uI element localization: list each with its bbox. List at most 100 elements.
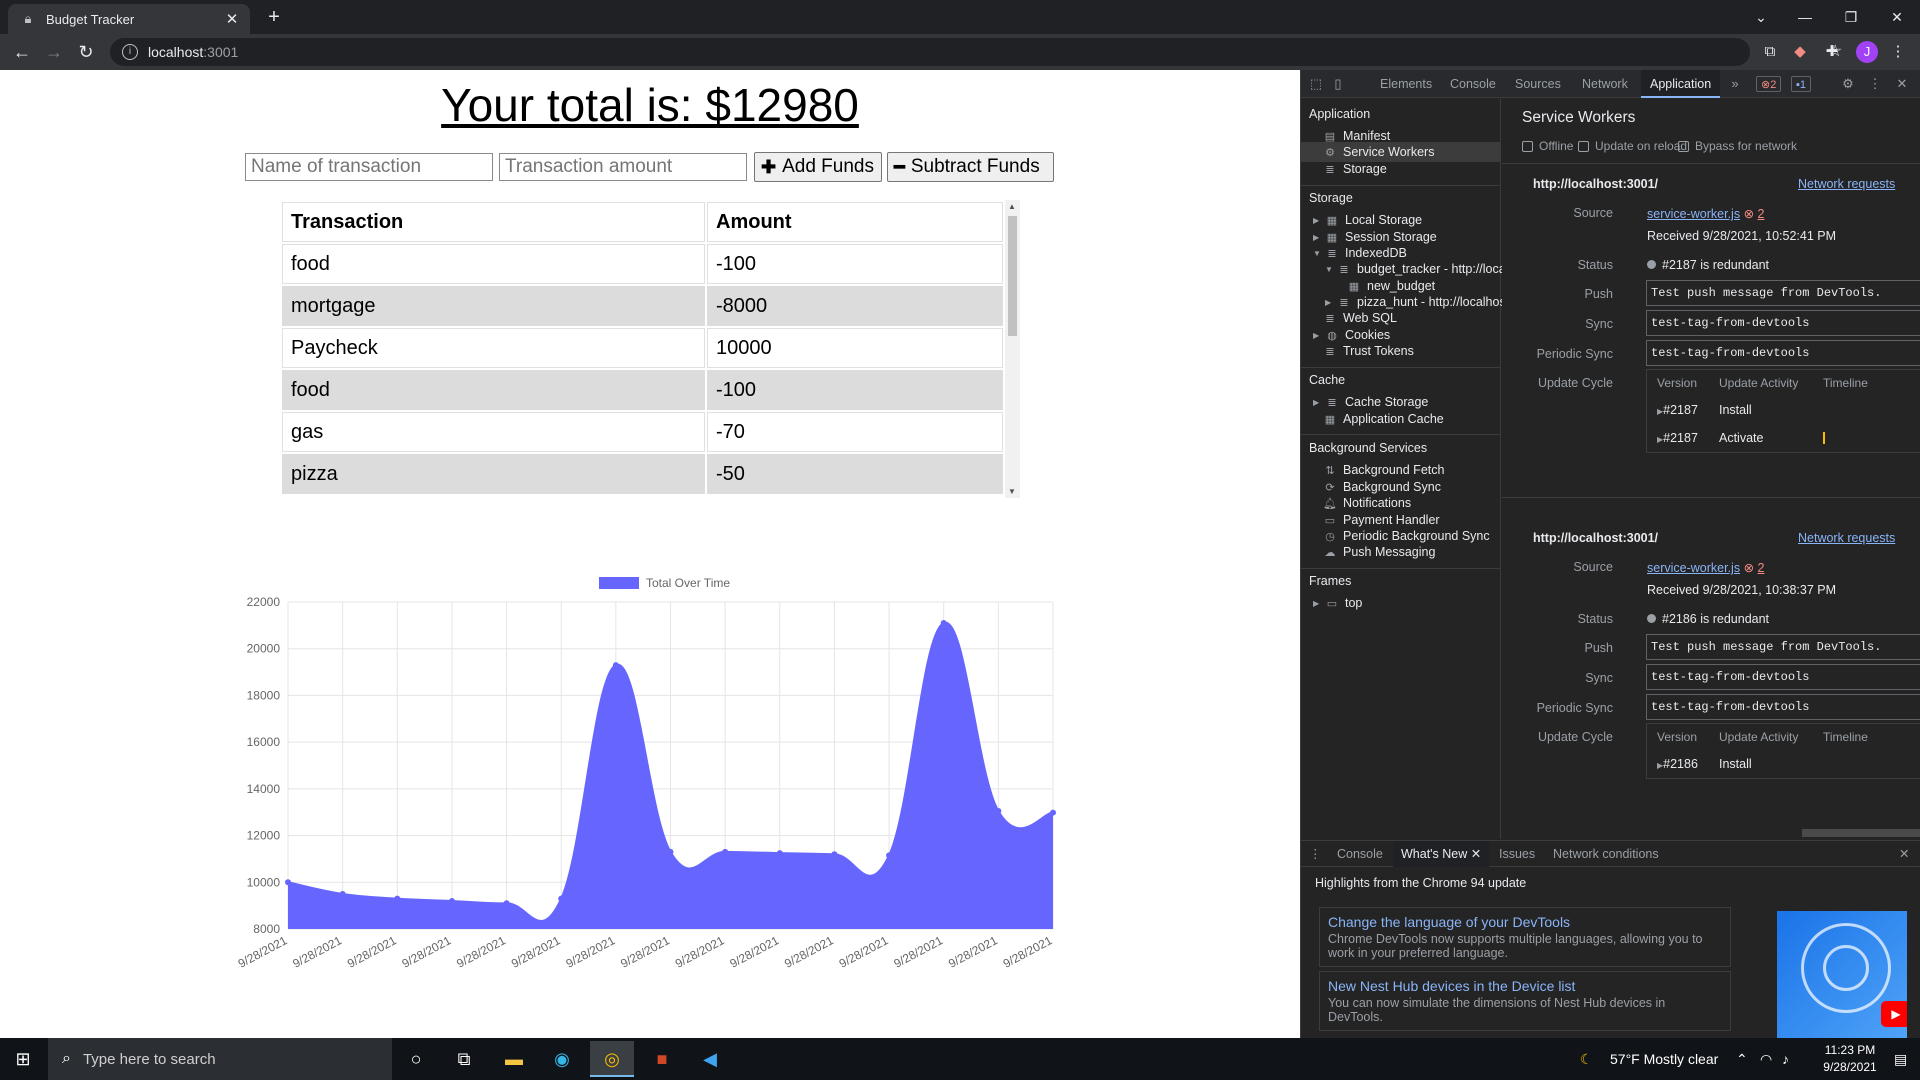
scroll-up-icon[interactable]: ▲ [1008,202,1016,211]
add-funds-button[interactable]: ✚ Add Funds [754,152,882,182]
close-window-button[interactable]: ✕ [1874,0,1920,34]
network-requests-link[interactable]: Network requests [1798,531,1895,545]
whats-new-card[interactable]: New Nest Hub devices in the Device list … [1319,971,1731,1031]
new-tab-button[interactable]: + [262,5,286,29]
file-explorer-icon[interactable]: ▬ [492,1041,536,1077]
minimize-button[interactable]: — [1782,0,1828,34]
devtools-menu-icon[interactable]: ⋮ [1866,75,1884,93]
more-tabs-icon[interactable]: » [1726,75,1744,93]
devtools-tab-console[interactable]: Console [1441,70,1505,98]
message-count-badge[interactable]: ▪1 [1791,76,1812,92]
whats-new-card[interactable]: Change the language of your DevTools Chr… [1319,907,1731,967]
offline-checkbox[interactable]: Offline [1522,139,1573,153]
drawer-tab-whats-new[interactable]: What's New ✕ [1393,841,1490,867]
taskbar-clock[interactable]: 11:23 PM 9/28/2021 [1810,1042,1890,1076]
expand-arrow-icon[interactable]: ▶ [1313,331,1323,340]
expand-arrow-icon[interactable]: ▶ [1313,398,1323,407]
close-devtools-icon[interactable]: ✕ [1893,75,1911,93]
collapse-arrow-icon[interactable]: ▼ [1313,249,1323,258]
volume-icon[interactable]: ♪ [1782,1038,1789,1080]
inspect-element-icon[interactable]: ⬚ [1307,75,1325,93]
settings-gear-icon[interactable]: ⚙ [1839,75,1857,93]
subtract-funds-button[interactable]: ━ Subtract Funds [887,152,1054,182]
table-scrollbar[interactable]: ▲ ▼ [1005,200,1020,498]
notification-center-icon[interactable]: ▤ [1894,1038,1907,1080]
puzzle-icon[interactable]: ✚ [1822,42,1842,62]
expand-arrow-icon[interactable]: ▶ [1313,599,1323,608]
column-header: Timeline [1823,376,1868,390]
update-on-reload-checkbox[interactable]: Update on reload [1578,139,1687,153]
drawer-tab-network-conditions[interactable]: Network conditions [1545,841,1667,867]
extension-icon[interactable]: ◆ [1790,42,1810,62]
browser-tab[interactable]: 🔒︎ Budget Tracker ✕ [8,4,250,34]
edge-icon[interactable]: ◉ [540,1041,584,1077]
update-cycle-row[interactable]: ▶#2187 Install [1647,396,1920,424]
periodic-sync-input[interactable]: test-tag-from-devtools [1646,340,1920,366]
powerpoint-icon[interactable]: ■ [640,1041,684,1077]
expand-arrow-icon[interactable]: ▶ [1325,298,1335,307]
error-count-link[interactable]: 2 [1758,207,1765,221]
card-title[interactable]: New Nest Hub devices in the Device list [1328,978,1722,994]
devtools-tab-application[interactable]: Application [1641,70,1721,98]
vscode-icon[interactable]: ◀ [688,1041,732,1077]
network-icon[interactable]: ◠ [1760,1038,1772,1080]
close-tab-icon[interactable]: ✕ [222,10,242,28]
sync-input[interactable]: test-tag-from-devtools [1646,664,1920,690]
expand-arrow-icon[interactable]: ▶ [1313,216,1323,225]
tab-search-icon[interactable]: ⌄ [1738,0,1784,34]
source-file-link[interactable]: service-worker.js [1647,207,1740,221]
cortana-icon[interactable]: ○ [394,1041,438,1077]
sidebar-item-push-messaging[interactable]: ☁ Push Messaging [1323,542,1436,562]
restore-button[interactable]: ❐ [1828,0,1874,34]
devtools-tab-network[interactable]: Network [1573,70,1637,98]
transaction-name-input[interactable] [245,153,493,181]
video-thumbnail[interactable]: ▶ [1777,911,1907,1039]
weather-text[interactable]: 57°F Mostly clear [1610,1038,1718,1080]
extension-icon[interactable]: ⧉ [1760,42,1780,62]
chrome-icon[interactable]: ◎ [590,1041,634,1077]
devtools-tab-sources[interactable]: Sources [1506,70,1570,98]
periodic-sync-input[interactable]: test-tag-from-devtools [1646,694,1920,720]
menu-dots-icon[interactable]: ⋮ [1888,42,1908,62]
sidebar-item-storage[interactable]: ≣ Storage [1323,159,1386,179]
sidebar-item-application-cache[interactable]: ▦ Application Cache [1323,409,1444,429]
forward-icon[interactable]: → [42,40,66,64]
card-title[interactable]: Change the language of your DevTools [1328,914,1722,930]
update-cycle-row[interactable]: ▶#2187 Activate [1647,424,1920,452]
bypass-for-network-checkbox[interactable]: Bypass for network [1678,139,1797,153]
avatar[interactable]: J [1856,41,1878,63]
close-tab-icon[interactable]: ✕ [1471,847,1481,861]
scrollbar-thumb[interactable] [1008,216,1017,336]
push-input[interactable]: Test push message from DevTools. [1646,280,1920,306]
drawer-tab-issues[interactable]: Issues [1491,841,1543,867]
sidebar-item-trust-tokens[interactable]: ≣ Trust Tokens [1323,341,1413,361]
sync-input[interactable]: test-tag-from-devtools [1646,310,1920,336]
address-bar[interactable]: i localhost:3001 ☆ [110,38,1842,66]
collapse-arrow-icon[interactable]: ▼ [1325,265,1335,274]
play-video-icon[interactable]: ▶ [1881,1001,1907,1027]
source-file-link[interactable]: service-worker.js [1647,561,1740,575]
back-icon[interactable]: ← [10,40,34,64]
sidebar-item-top-frame[interactable]: ▶ ▭ top [1313,593,1362,613]
network-requests-link[interactable]: Network requests [1798,177,1895,191]
transaction-amount-input[interactable] [499,153,747,181]
devtools-tab-elements[interactable]: Elements [1371,70,1441,98]
close-drawer-icon[interactable]: ✕ [1891,841,1917,867]
drawer-menu-icon[interactable]: ⋮ [1305,841,1322,867]
task-view-icon[interactable]: ⧉ [442,1041,486,1077]
error-count-link[interactable]: 2 [1758,561,1765,575]
push-input[interactable]: Test push message from DevTools. [1646,634,1920,660]
update-cycle-row[interactable]: ▶#2186 Install [1647,750,1920,778]
info-icon[interactable]: i [122,44,138,60]
scroll-down-icon[interactable]: ▼ [1008,487,1016,496]
drawer-tab-console[interactable]: Console [1329,841,1391,867]
expand-arrow-icon[interactable]: ▶ [1313,233,1323,242]
reload-icon[interactable]: ↻ [74,40,98,64]
show-hidden-icons[interactable]: ⌃ [1736,1038,1748,1080]
horizontal-scrollbar[interactable] [1802,829,1920,837]
transactions-table-container[interactable]: Transaction Amount food -100 mortgage -800… [280,200,1020,498]
error-count-badge[interactable]: ⊗2 [1756,76,1782,92]
device-toolbar-icon[interactable]: ▯ [1329,75,1347,93]
windows-start-icon[interactable]: ⊞ [0,1038,46,1080]
taskbar-search-box[interactable]: ⌕ Type here to search [48,1038,392,1080]
